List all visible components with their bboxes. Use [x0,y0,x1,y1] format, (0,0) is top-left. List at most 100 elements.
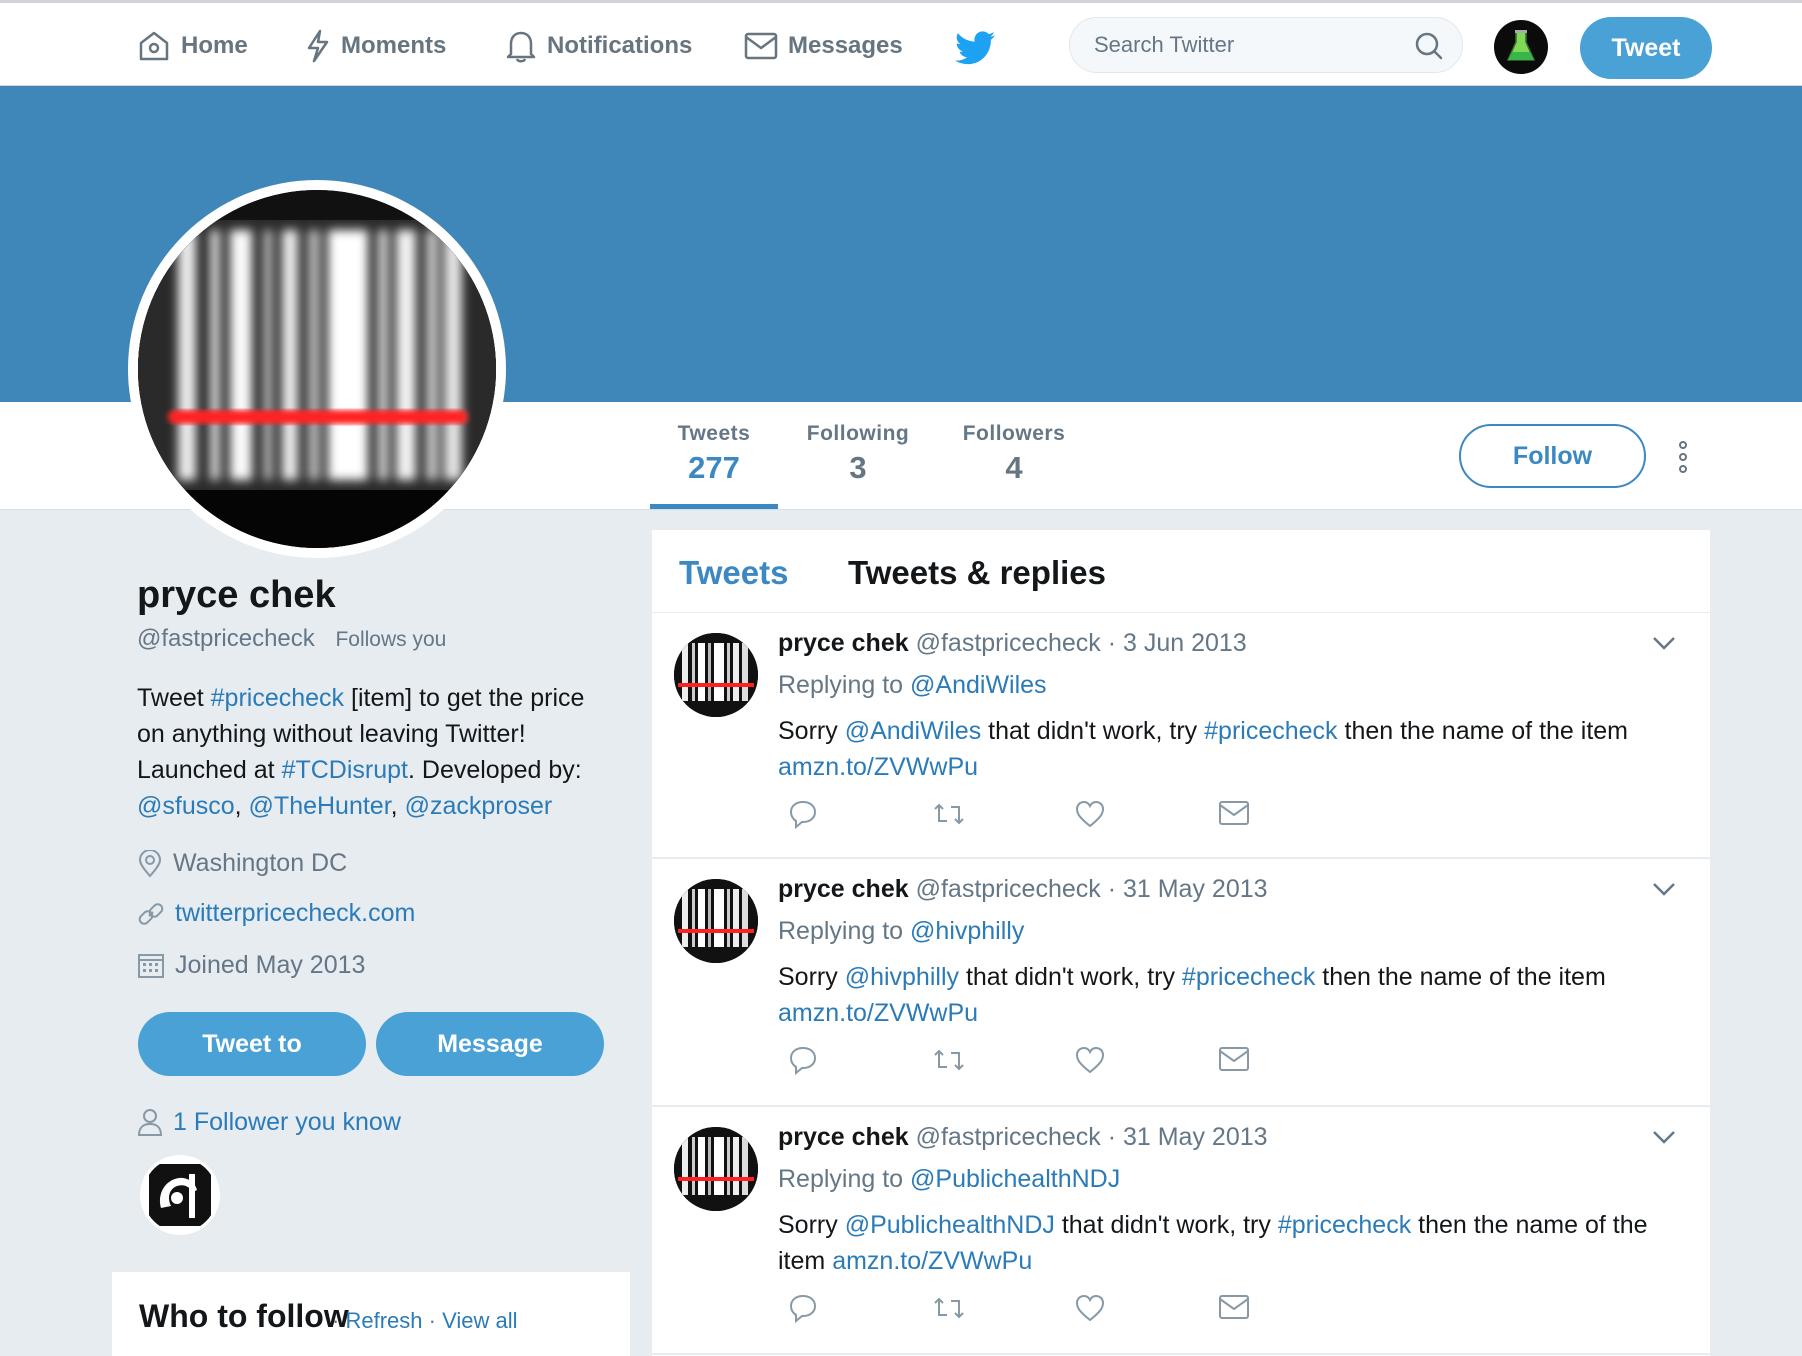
follows-you-badge: Follows you [335,628,447,651]
nav-moments[interactable]: Moments [305,3,446,89]
tweet-avatar[interactable] [674,1127,758,1211]
search-box[interactable] [1069,17,1463,73]
message-button[interactable]: Message [376,1012,604,1076]
tweet-header: pryce chek @fastpricecheck · 31 May 2013 [778,875,1268,904]
heart-icon[interactable] [1074,1045,1106,1075]
tweet-author-handle[interactable]: @fastpricecheck [916,629,1101,657]
stat-following[interactable]: Following 3 [800,422,916,486]
tweet-header: pryce chek @fastpricecheck · 3 Jun 2013 [778,629,1247,658]
tweet-author-name[interactable]: pryce chek [778,875,909,903]
tweet-text-part: Sorry [778,1211,845,1239]
tweet-author-name[interactable]: pryce chek [778,629,909,657]
profile-joined: Joined May 2013 [137,951,365,980]
replying-to-mention[interactable]: @PublichealthNDJ [910,1165,1120,1193]
bio-mention-sfusco[interactable]: @sfusco [137,792,235,820]
retweet-icon[interactable] [932,799,966,829]
tweet-hashtag[interactable]: #pricecheck [1204,717,1337,745]
tweet-hashtag[interactable]: #pricecheck [1278,1211,1411,1239]
stat-tweets-label: Tweets [677,422,751,445]
bio-hashtag-pricecheck[interactable]: #pricecheck [211,684,344,712]
tweet-actions [778,1045,1249,1081]
nav-messages[interactable]: Messages [744,3,903,89]
envelope-icon[interactable] [1218,799,1250,827]
tweet-to-button[interactable]: Tweet to [138,1012,366,1076]
tweet-link[interactable]: amzn.to/ZVWwPu [778,753,978,781]
bio-text: . Developed by: [408,756,582,784]
view-all-link[interactable]: View all [442,1308,517,1333]
who-to-follow-panel: Who to follow · Refresh · View all [112,1272,630,1356]
stat-followers[interactable]: Followers 4 [958,422,1070,486]
profile-handle[interactable]: @fastpricecheck [137,625,315,652]
heart-icon[interactable] [1074,1293,1106,1323]
chevron-down-icon[interactable] [1652,881,1676,897]
tweet[interactable]: pryce chek @fastpricecheck · 3 Jun 2013 … [652,613,1710,859]
tweet-compose-button[interactable]: Tweet [1580,17,1712,79]
more-options-icon[interactable] [1676,440,1690,474]
followers-you-know-link[interactable]: 1 Follower you know [173,1108,401,1137]
tweet-date[interactable]: · 3 Jun 2013 [1101,629,1247,657]
tweet-avatar[interactable] [674,633,758,717]
timeline-tabs: Tweets Tweets & replies [652,530,1710,613]
tweet-avatar[interactable] [674,879,758,963]
profile-name[interactable]: pryce chek [137,574,336,617]
tweet-text-part: then the name of the item [1315,963,1606,991]
tweet[interactable]: pryce chek @fastpricecheck · 31 May 2013… [652,859,1710,1107]
tweet-date[interactable]: · 31 May 2013 [1101,1123,1268,1151]
tweet-link[interactable]: amzn.to/ZVWwPu [778,999,978,1027]
profile-avatar[interactable] [128,180,506,558]
retweet-icon[interactable] [932,1045,966,1075]
search-icon[interactable] [1414,31,1444,61]
account-avatar[interactable] [1494,20,1548,74]
known-follower-avatar[interactable] [140,1155,220,1235]
chevron-down-icon[interactable] [1652,1129,1676,1145]
nav-home-label: Home [181,32,248,59]
tweet-text-part: that didn't work, try [959,963,1182,991]
nav-home[interactable]: Home [137,3,248,89]
tweet-text-part: that didn't work, try [981,717,1205,745]
stat-tweets[interactable]: Tweets 277 [650,422,778,486]
profile-website-link[interactable]: twitterpricecheck.com [175,899,415,928]
envelope-icon [744,32,778,60]
tweet[interactable]: pryce chek @fastpricecheck · 31 May 2013… [652,1107,1710,1355]
profile-joined-text: Joined May 2013 [175,951,366,979]
bio-mention-zackproser[interactable]: @zackproser [405,792,553,820]
reply-icon[interactable] [788,1045,818,1075]
tweet-actions [778,1293,1249,1329]
tweet-link[interactable]: amzn.to/ZVWwPu [832,1247,1032,1275]
heart-icon[interactable] [1074,799,1106,829]
envelope-icon[interactable] [1218,1045,1250,1073]
stat-following-value: 3 [849,450,867,485]
replying-to: Replying to @PublichealthNDJ [778,1165,1120,1194]
envelope-icon[interactable] [1218,1293,1250,1321]
chevron-down-icon[interactable] [1652,635,1676,651]
tweet-date[interactable]: · 31 May 2013 [1101,875,1268,903]
replying-to-mention[interactable]: @hivphilly [910,917,1024,945]
lightning-icon [307,29,329,63]
retweet-icon[interactable] [932,1293,966,1323]
nav-notifications[interactable]: Notifications [505,3,692,89]
active-stat-underline [650,504,778,509]
tab-tweets-and-replies[interactable]: Tweets & replies [848,554,1106,592]
tweet-hashtag[interactable]: #pricecheck [1182,963,1315,991]
stat-followers-label: Followers [962,422,1066,445]
bio-hashtag-tcdisrupt[interactable]: #TCDisrupt [282,756,408,784]
follow-button[interactable]: Follow [1459,424,1646,488]
reply-icon[interactable] [788,799,818,829]
tweet-mention[interactable]: @hivphilly [845,963,959,991]
replying-to-mention[interactable]: @AndiWiles [910,671,1047,699]
refresh-link[interactable]: Refresh [345,1308,422,1333]
bio-mention-thehunter[interactable]: @TheHunter [249,792,391,820]
tweet-mention[interactable]: @PublichealthNDJ [845,1211,1055,1239]
tweet-author-name[interactable]: pryce chek [778,1123,909,1151]
followers-you-know[interactable]: 1 Follower you know [137,1107,401,1137]
profile-bio: Tweet #pricecheck [item] to get the pric… [137,680,617,824]
follower-avatar-image [149,1164,211,1226]
tweet-author-handle[interactable]: @fastpricecheck [916,1123,1101,1151]
tab-tweets[interactable]: Tweets [679,554,788,592]
tweet-author-handle[interactable]: @fastpricecheck [916,875,1101,903]
twitter-bird-icon[interactable] [955,31,995,65]
reply-icon[interactable] [788,1293,818,1323]
search-input[interactable] [1092,31,1396,59]
stat-tweets-value: 277 [688,450,740,485]
tweet-mention[interactable]: @AndiWiles [845,717,982,745]
